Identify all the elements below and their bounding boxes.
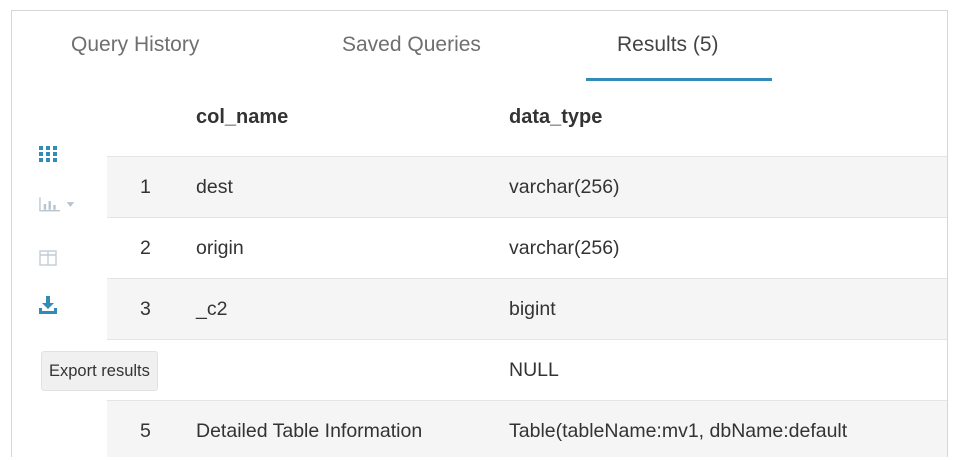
data-type-cell: varchar(256) xyxy=(509,237,620,259)
row-number: 1 xyxy=(140,176,151,198)
grid-icon xyxy=(39,146,57,162)
row-number: 5 xyxy=(140,420,151,442)
data-type-cell: bigint xyxy=(509,298,556,320)
columns-icon xyxy=(39,250,57,266)
col-name-cell: _c2 xyxy=(196,298,228,320)
active-tab-indicator xyxy=(586,78,772,81)
results-panel: Query History Saved Queries Results (5) xyxy=(11,10,948,457)
table-row: 2 origin varchar(256) xyxy=(107,217,947,279)
column-header-col-name[interactable]: col_name xyxy=(196,106,288,129)
chevron-down-icon xyxy=(66,202,75,207)
data-type-cell: Table(tableName:mv1, dbName:default xyxy=(509,420,848,442)
tab-query-history[interactable]: Query History xyxy=(71,33,199,57)
row-number: 3 xyxy=(140,298,151,320)
col-name-cell: dest xyxy=(196,176,233,198)
export-results-tooltip: Export results xyxy=(41,351,158,391)
chart-view-button[interactable] xyxy=(39,191,79,217)
col-name-cell: Detailed Table Information xyxy=(196,420,423,442)
col-name-cell: origin xyxy=(196,237,244,259)
table-row: 5 Detailed Table Information Table(table… xyxy=(107,400,947,457)
table-row: 4 NULL xyxy=(107,339,947,401)
table-row: 3 _c2 bigint xyxy=(107,278,947,340)
download-icon xyxy=(39,296,57,314)
grid-view-button[interactable] xyxy=(39,141,79,167)
column-header-data-type[interactable]: data_type xyxy=(509,106,602,129)
columns-button[interactable] xyxy=(39,245,79,271)
tab-results[interactable]: Results (5) xyxy=(617,33,719,57)
export-results-button[interactable] xyxy=(39,292,79,318)
bar-chart-icon xyxy=(39,197,75,212)
row-number: 2 xyxy=(140,237,151,259)
data-type-cell: NULL xyxy=(509,359,559,381)
tab-saved-queries[interactable]: Saved Queries xyxy=(342,33,481,57)
data-type-cell: varchar(256) xyxy=(509,176,620,198)
table-row: 1 dest varchar(256) xyxy=(107,156,947,218)
